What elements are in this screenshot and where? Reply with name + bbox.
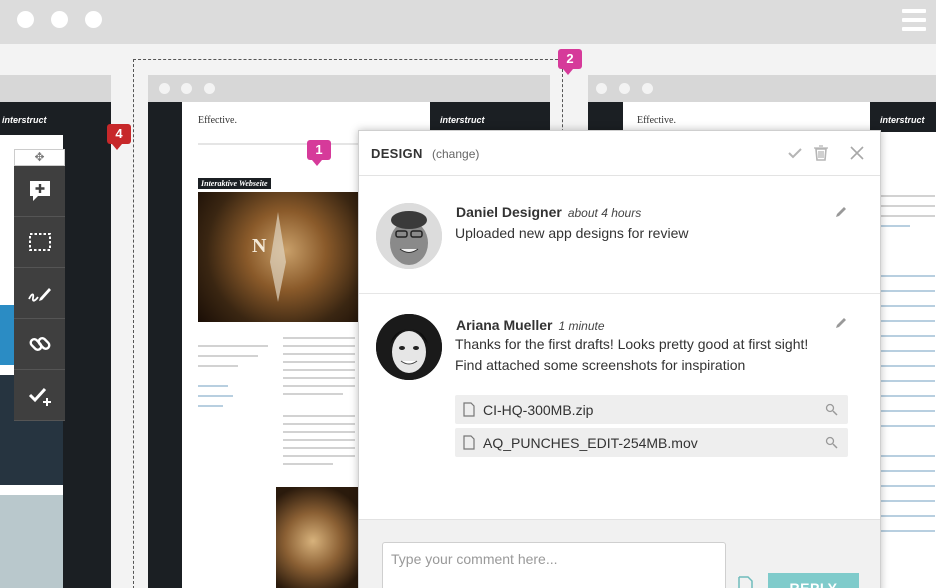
- approve-tool[interactable]: [14, 370, 65, 421]
- mock-brand-right: interstruct: [880, 115, 925, 125]
- reply-button[interactable]: REPLY: [768, 573, 859, 588]
- edit-pencil-icon[interactable]: [834, 316, 848, 330]
- attachment-name: AQ_PUNCHES_EDIT-254MB.mov: [483, 435, 698, 451]
- comment-time: about 4 hours: [567, 206, 642, 220]
- reply-footer: REPLY: [359, 519, 880, 588]
- link-tool[interactable]: [14, 319, 65, 370]
- change-link[interactable]: (change): [432, 147, 479, 161]
- pen-scribble-icon: [27, 288, 51, 302]
- attachment-item[interactable]: CI-HQ-300MB.zip: [455, 395, 848, 424]
- marker-4[interactable]: 4: [107, 124, 131, 150]
- panel-header: DESIGN (change): [359, 131, 880, 176]
- comment-input[interactable]: [382, 542, 726, 588]
- hamburger-menu-icon[interactable]: [902, 9, 926, 31]
- design-comments-panel: DESIGN (change) Daniel Designer about 4 …: [358, 130, 881, 588]
- mock-logo-right: Effective.: [637, 115, 676, 126]
- zoom-icon[interactable]: [825, 436, 838, 449]
- link-icon: [29, 337, 50, 351]
- comment-text: Uploaded new app designs for review: [455, 225, 689, 241]
- panel-title: DESIGN: [371, 146, 423, 161]
- review-canvas: interstruct Effective. interstruct Inter…: [0, 44, 936, 588]
- file-icon: [463, 402, 475, 417]
- comment-time: 1 minute: [558, 319, 605, 333]
- comment-item: Ariana Mueller 1 minute Thanks for the fi…: [359, 294, 880, 519]
- zoom-icon[interactable]: [825, 403, 838, 416]
- comment-text: Thanks for the first drafts! Looks prett…: [455, 336, 809, 373]
- window-dot-2[interactable]: [51, 11, 68, 28]
- attachment-item[interactable]: AQ_PUNCHES_EDIT-254MB.mov: [455, 428, 848, 457]
- trash-icon[interactable]: [811, 143, 831, 163]
- attach-file-plus-icon[interactable]: [737, 576, 757, 588]
- comment-author: Daniel Designer about 4 hours: [456, 204, 642, 220]
- marker-2[interactable]: 2: [558, 49, 582, 75]
- app-titlebar: [0, 0, 936, 44]
- check-icon[interactable]: [785, 143, 805, 163]
- avatar-daniel: [376, 203, 442, 269]
- tool-palette: ✥: [14, 149, 65, 421]
- window-dot-1[interactable]: [17, 11, 34, 28]
- comment-author: Ariana Mueller 1 minute: [456, 317, 605, 333]
- window-dot-3[interactable]: [85, 11, 102, 28]
- close-icon[interactable]: [847, 143, 867, 163]
- attachment-name: CI-HQ-300MB.zip: [483, 402, 594, 418]
- mock-brand-left: interstruct: [2, 115, 47, 125]
- avatar-ariana: [376, 314, 442, 380]
- comment-plus-icon: [29, 181, 50, 201]
- move-handle-icon[interactable]: ✥: [14, 149, 65, 166]
- file-icon: [463, 435, 475, 450]
- area-select-tool[interactable]: [14, 217, 65, 268]
- dashed-rectangle-icon: [28, 233, 51, 251]
- marker-1[interactable]: 1: [307, 140, 331, 166]
- add-comment-tool[interactable]: [14, 166, 65, 217]
- edit-pencil-icon[interactable]: [834, 205, 848, 219]
- check-plus-icon: [28, 387, 51, 406]
- comment-item: Daniel Designer about 4 hours Uploaded ne…: [359, 177, 880, 294]
- draw-tool[interactable]: [14, 268, 65, 319]
